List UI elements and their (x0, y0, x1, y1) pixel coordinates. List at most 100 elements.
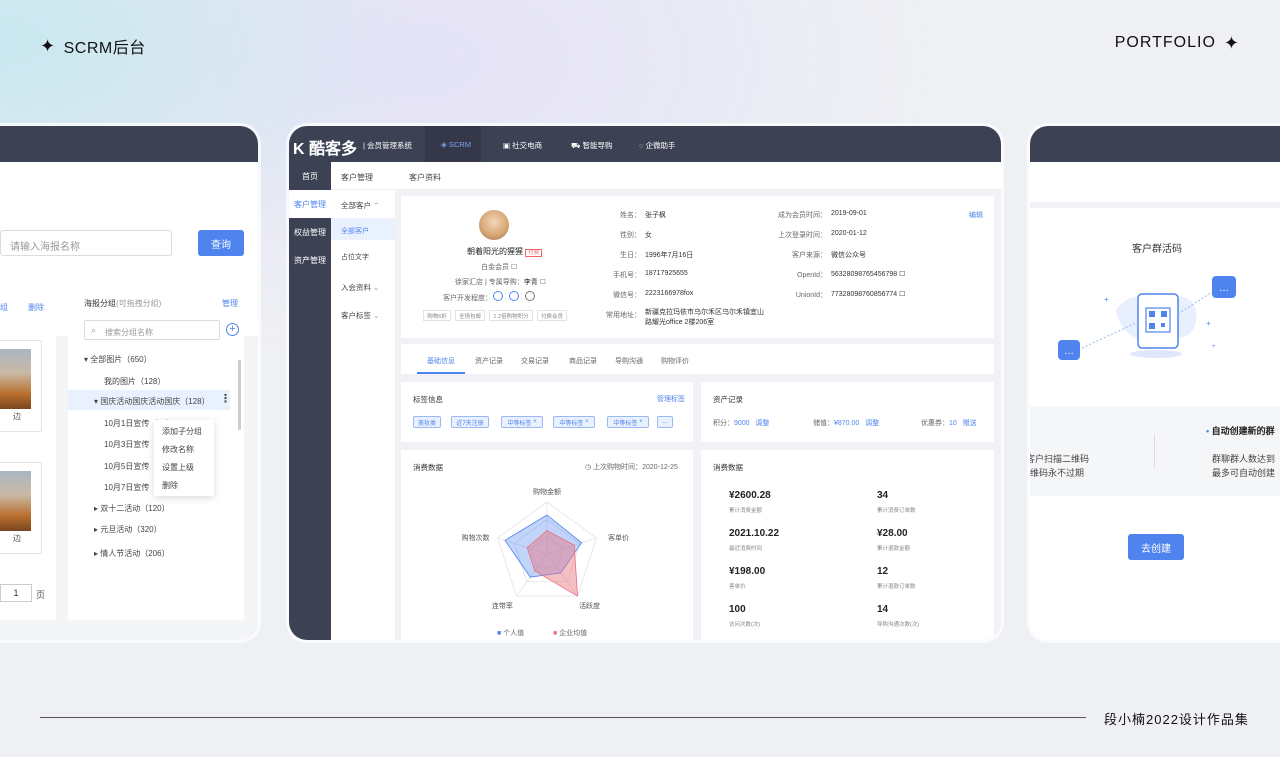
breadcrumb: 客户管理 客户资料 (331, 162, 1001, 190)
customer-tag[interactable]: 美妆类 (413, 416, 441, 428)
info-label: OpenId： (797, 272, 827, 279)
tree-item[interactable]: ▸ 双十二活动（120） (94, 503, 170, 514)
group-link[interactable]: 分组 (0, 302, 8, 313)
adjust-link[interactable]: 调整 (865, 420, 879, 427)
poster-image (0, 349, 31, 409)
group-panel: 海报分组(可拖拽分组) 管理 ⌕ 搜索分组名称 + ▾ 全部图片（650） 我的图… (68, 286, 244, 620)
edit-link[interactable]: 编辑 (969, 210, 983, 220)
tab-reviews[interactable]: 购物评价 (661, 356, 689, 366)
poster-thumb[interactable]: 边 (0, 340, 42, 432)
feature-text: 客户扫描二维码 (1030, 454, 1090, 464)
tab-basic-info[interactable]: 基础信息 (427, 356, 455, 366)
logo[interactable]: K 酷客多 (293, 135, 357, 159)
more-icon[interactable]: ⋮ (220, 392, 231, 405)
stats-card-title: 消费数据 (713, 463, 743, 472)
page-unit: 页 (36, 590, 46, 600)
add-group-icon[interactable]: + (226, 323, 239, 336)
feature-text: 最多可自动创建 (1212, 468, 1276, 478)
dev-level-label: 客户开发程度： (443, 295, 492, 302)
svg-text:…: … (1064, 346, 1074, 357)
stat-label: 最近消费时间 (729, 546, 763, 552)
tag-card-title: 标签信息 (413, 395, 443, 404)
nav-item-guide[interactable]: ⛟ 智能导购 (571, 140, 613, 151)
info-label: UnionId： (795, 292, 827, 299)
submenu-join-info[interactable]: 入会资料 ⌄ (341, 282, 379, 293)
phone-icon (509, 291, 519, 301)
stat-value: 100 (729, 604, 746, 615)
asset-card: 资产记录 积分：9000 调整 储值：¥870.00 调整 优惠券：10 赠送 (701, 382, 994, 442)
member-level: 白金会员 ☐ (481, 264, 518, 271)
poster-list-panel: 分组 删除 边 边 1 页 (0, 286, 56, 620)
avatar[interactable] (479, 210, 509, 240)
customer-tag[interactable]: 中等标签 × (607, 416, 649, 428)
profile-tag: 全场包邮 (455, 310, 485, 321)
asset-points: 积分：9000 调整 (713, 420, 770, 427)
sidebar-item-rights[interactable]: 权益管理 (289, 218, 331, 246)
search-button[interactable]: 查询 (198, 230, 244, 256)
stat-label: 访问次数(次) (729, 622, 761, 628)
breadcrumb-item[interactable]: 客户管理 (341, 172, 373, 183)
menu-item-set-parent[interactable]: 设置上级 (162, 462, 194, 473)
footer-divider (40, 717, 1086, 718)
tab-assets[interactable]: 资产记录 (475, 356, 503, 366)
asset-coupons: 优惠券：10 赠送 (921, 420, 977, 427)
info-value: 微信公众号 (831, 252, 866, 259)
menu-item-rename[interactable]: 修改名称 (162, 444, 194, 455)
menu-item-delete[interactable]: 删除 (162, 480, 178, 491)
adjust-link[interactable]: 调整 (755, 420, 769, 427)
header-left: ✦ SCRM后台 (40, 34, 146, 58)
radar-label: 购物金额 (533, 487, 561, 496)
tab-guide-chat[interactable]: 导购沟通 (615, 356, 643, 366)
manage-link[interactable]: 管理 (222, 298, 238, 309)
poster-thumb[interactable]: 边 (0, 462, 42, 554)
stat-value: 34 (877, 490, 889, 501)
customer-tag[interactable]: 中等标签 × (553, 416, 595, 428)
menu-item-add-subgroup[interactable]: 添加子分组 (162, 426, 202, 437)
submenu-item-all[interactable]: 全部客户 (341, 226, 369, 236)
customer-tag[interactable]: 中等标签 × (501, 416, 543, 428)
poster-search-input[interactable]: 请输入海报名称 (0, 230, 172, 256)
tree-item[interactable]: ▸ 情人节活动（206） (94, 548, 170, 559)
create-button[interactable]: 去创建 (1128, 534, 1184, 560)
nav-item-social[interactable]: ▣ 社交电商 (503, 140, 542, 151)
radar-chart: 购物金额客单价活跃度 连带率 购物次数 (462, 487, 629, 610)
radar-label: 活跃度 (579, 601, 600, 610)
sidebar-item-home[interactable]: 首页 (289, 162, 331, 190)
radar-label: 购物次数 (462, 533, 490, 542)
info-value: 563280987654567​98 ☐ (831, 271, 906, 278)
sidebar: 首页 客户管理 权益管理 资产管理 (289, 162, 331, 640)
breadcrumb-item[interactable]: 客户资料 (409, 172, 441, 183)
radar-label: 客单价 (608, 533, 629, 542)
manage-tags-link[interactable]: 管理标签 (657, 394, 685, 404)
tab-active-indicator (417, 372, 465, 374)
sidebar-item-customer[interactable]: 客户管理 (289, 190, 331, 218)
nav-item-scrm[interactable]: ◈ SCRM (441, 140, 471, 149)
consume-radar-card: 消费数据 ◷ 上次购物时间：2020-12-25 购物金额 客单价 活跃度 连带率 购物… (401, 450, 693, 640)
page-number-input[interactable]: 1 (0, 584, 32, 602)
scrollbar[interactable] (238, 360, 241, 430)
delete-link[interactable]: 删除 (28, 302, 44, 313)
qr-illustration: … … + + + (1058, 276, 1236, 360)
sidebar-item-assets[interactable]: 资产管理 (289, 246, 331, 274)
group-search-input[interactable]: ⌕ 搜索分组名称 (84, 320, 220, 340)
stat-value: ¥28.00 (877, 528, 908, 539)
tree-item[interactable]: ▾ 全部图片（650） (84, 354, 152, 365)
k-logo-icon: K (293, 141, 305, 158)
customer-tag[interactable]: 近7天注册 (451, 416, 489, 428)
profile-card: 朝着阳光的猩猩 付费 白金会员 ☐ 徐家汇店 | 专属导购：李青 ☐ 客户开发程… (401, 196, 994, 338)
nav-item-wecom[interactable]: ◌ 企微助手 (639, 140, 676, 151)
submenu-tags[interactable]: 客户标签 ⌄ (341, 310, 379, 321)
gift-link[interactable]: 赠送 (963, 420, 977, 427)
feature-text: 维码永不过期 (1030, 468, 1085, 478)
tree-item[interactable]: ▾ 国庆活动国庆活动国庆（128） (94, 396, 210, 407)
tree-item[interactable]: 我的图片（128） (104, 376, 165, 387)
poster-caption: 边 (13, 534, 21, 543)
info-value: 女 (645, 232, 652, 239)
tab-transactions[interactable]: 交易记录 (521, 356, 549, 366)
submenu-all-customers[interactable]: 全部客户 ⌃ (341, 200, 379, 211)
submenu-item-placeholder[interactable]: 占位文字 (341, 252, 369, 262)
stat-value: ¥198.00 (729, 566, 766, 577)
more-tags[interactable]: ... (657, 416, 673, 428)
tab-products[interactable]: 商品记录 (569, 356, 597, 366)
tree-item[interactable]: ▸ 元旦活动（320） (94, 524, 162, 535)
